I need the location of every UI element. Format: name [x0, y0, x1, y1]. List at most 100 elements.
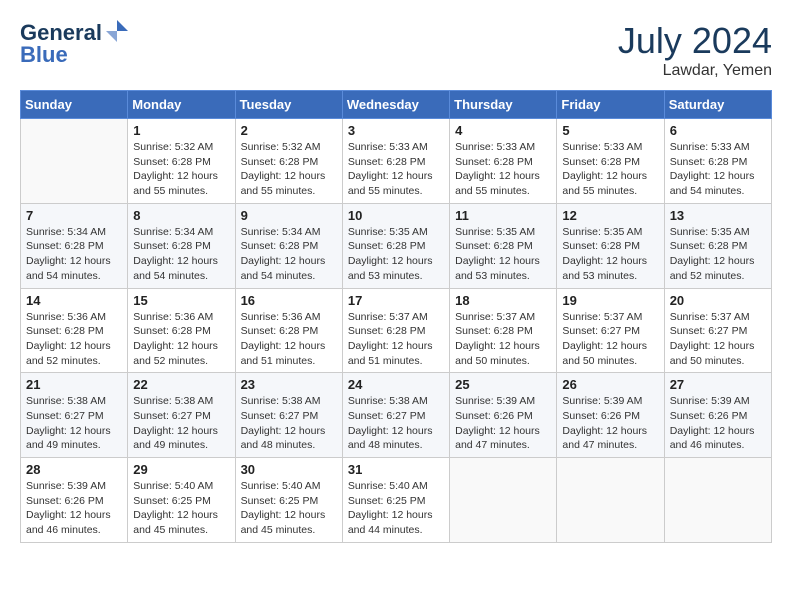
- day-number: 9: [241, 208, 337, 223]
- day-number: 23: [241, 377, 337, 392]
- calendar-cell: 23Sunrise: 5:38 AM Sunset: 6:27 PM Dayli…: [235, 373, 342, 458]
- day-info: Sunrise: 5:34 AM Sunset: 6:28 PM Dayligh…: [133, 225, 229, 284]
- day-info: Sunrise: 5:32 AM Sunset: 6:28 PM Dayligh…: [133, 140, 229, 199]
- calendar-week-row: 14 Sunrise: 5:36 AM Sunset: 6:28 PM Dayli…: [21, 288, 772, 373]
- day-number: 3: [348, 123, 444, 138]
- column-header-thursday: Thursday: [450, 91, 557, 119]
- day-number: 30: [241, 462, 337, 477]
- day-number: 29: [133, 462, 229, 477]
- calendar-cell: 8 Sunrise: 5:34 AM Sunset: 6:28 PM Daylig…: [128, 203, 235, 288]
- calendar-cell: 14 Sunrise: 5:36 AM Sunset: 6:28 PM Dayli…: [21, 288, 128, 373]
- day-info: Sunrise: 5:40 AM Sunset: 6:25 PM Dayligh…: [348, 479, 444, 538]
- day-info: Sunrise: 5:36 AM Sunset: 6:28 PM Dayligh…: [26, 310, 122, 369]
- calendar-cell: 15Sunrise: 5:36 AM Sunset: 6:28 PM Dayli…: [128, 288, 235, 373]
- day-number: 17: [348, 293, 444, 308]
- day-info: Sunrise: 5:33 AM Sunset: 6:28 PM Dayligh…: [455, 140, 551, 199]
- day-number: 6: [670, 123, 766, 138]
- day-number: 2: [241, 123, 337, 138]
- day-number: 16: [241, 293, 337, 308]
- day-info: Sunrise: 5:38 AM Sunset: 6:27 PM Dayligh…: [133, 394, 229, 453]
- day-number: 24: [348, 377, 444, 392]
- calendar-cell: [450, 458, 557, 543]
- calendar-cell: 11 Sunrise: 5:35 AM Sunset: 6:28 PM Dayli…: [450, 203, 557, 288]
- day-info: Sunrise: 5:40 AM Sunset: 6:25 PM Dayligh…: [133, 479, 229, 538]
- calendar-cell: 31 Sunrise: 5:40 AM Sunset: 6:25 PM Dayli…: [342, 458, 449, 543]
- day-info: Sunrise: 5:37 AM Sunset: 6:27 PM Dayligh…: [562, 310, 658, 369]
- calendar-cell: 7 Sunrise: 5:34 AM Sunset: 6:28 PM Daylig…: [21, 203, 128, 288]
- calendar-header-row: SundayMondayTuesdayWednesdayThursdayFrid…: [21, 91, 772, 119]
- calendar-week-row: 7 Sunrise: 5:34 AM Sunset: 6:28 PM Daylig…: [21, 203, 772, 288]
- calendar-cell: 24 Sunrise: 5:38 AM Sunset: 6:27 PM Dayli…: [342, 373, 449, 458]
- day-number: 5: [562, 123, 658, 138]
- calendar-cell: 19 Sunrise: 5:37 AM Sunset: 6:27 PM Dayli…: [557, 288, 664, 373]
- day-number: 31: [348, 462, 444, 477]
- day-number: 18: [455, 293, 551, 308]
- calendar-cell: 16Sunrise: 5:36 AM Sunset: 6:28 PM Dayli…: [235, 288, 342, 373]
- calendar-cell: [664, 458, 771, 543]
- calendar-week-row: 28Sunrise: 5:39 AM Sunset: 6:26 PM Dayli…: [21, 458, 772, 543]
- calendar-table: SundayMondayTuesdayWednesdayThursdayFrid…: [20, 90, 772, 543]
- calendar-cell: 9 Sunrise: 5:34 AM Sunset: 6:28 PM Daylig…: [235, 203, 342, 288]
- calendar-cell: 13Sunrise: 5:35 AM Sunset: 6:28 PM Dayli…: [664, 203, 771, 288]
- calendar-cell: 20 Sunrise: 5:37 AM Sunset: 6:27 PM Dayli…: [664, 288, 771, 373]
- calendar-cell: 30 Sunrise: 5:40 AM Sunset: 6:25 PM Dayli…: [235, 458, 342, 543]
- calendar-cell: 29 Sunrise: 5:40 AM Sunset: 6:25 PM Dayli…: [128, 458, 235, 543]
- day-info: Sunrise: 5:35 AM Sunset: 6:28 PM Dayligh…: [562, 225, 658, 284]
- logo-icon: [104, 18, 130, 44]
- calendar-cell: [21, 119, 128, 204]
- column-header-saturday: Saturday: [664, 91, 771, 119]
- day-number: 14: [26, 293, 122, 308]
- day-info: Sunrise: 5:34 AM Sunset: 6:28 PM Dayligh…: [241, 225, 337, 284]
- day-number: 19: [562, 293, 658, 308]
- day-number: 28: [26, 462, 122, 477]
- day-info: Sunrise: 5:34 AM Sunset: 6:28 PM Dayligh…: [26, 225, 122, 284]
- column-header-sunday: Sunday: [21, 91, 128, 119]
- day-info: Sunrise: 5:33 AM Sunset: 6:28 PM Dayligh…: [670, 140, 766, 199]
- day-number: 20: [670, 293, 766, 308]
- day-number: 21: [26, 377, 122, 392]
- day-info: Sunrise: 5:36 AM Sunset: 6:28 PM Dayligh…: [133, 310, 229, 369]
- day-info: Sunrise: 5:40 AM Sunset: 6:25 PM Dayligh…: [241, 479, 337, 538]
- location-subtitle: Lawdar, Yemen: [618, 62, 772, 80]
- calendar-cell: 25Sunrise: 5:39 AM Sunset: 6:26 PM Dayli…: [450, 373, 557, 458]
- day-info: Sunrise: 5:38 AM Sunset: 6:27 PM Dayligh…: [348, 394, 444, 453]
- calendar-cell: 21 Sunrise: 5:38 AM Sunset: 6:27 PM Dayli…: [21, 373, 128, 458]
- calendar-cell: 27 Sunrise: 5:39 AM Sunset: 6:26 PM Dayli…: [664, 373, 771, 458]
- calendar-week-row: 1Sunrise: 5:32 AM Sunset: 6:28 PM Daylig…: [21, 119, 772, 204]
- day-info: Sunrise: 5:39 AM Sunset: 6:26 PM Dayligh…: [562, 394, 658, 453]
- calendar-cell: 18Sunrise: 5:37 AM Sunset: 6:28 PM Dayli…: [450, 288, 557, 373]
- calendar-cell: 26Sunrise: 5:39 AM Sunset: 6:26 PM Dayli…: [557, 373, 664, 458]
- calendar-cell: [557, 458, 664, 543]
- calendar-cell: 1Sunrise: 5:32 AM Sunset: 6:28 PM Daylig…: [128, 119, 235, 204]
- calendar-cell: 12 Sunrise: 5:35 AM Sunset: 6:28 PM Dayli…: [557, 203, 664, 288]
- day-info: Sunrise: 5:33 AM Sunset: 6:28 PM Dayligh…: [348, 140, 444, 199]
- day-number: 12: [562, 208, 658, 223]
- calendar-cell: 3 Sunrise: 5:33 AM Sunset: 6:28 PM Daylig…: [342, 119, 449, 204]
- day-number: 11: [455, 208, 551, 223]
- day-number: 25: [455, 377, 551, 392]
- day-info: Sunrise: 5:32 AM Sunset: 6:28 PM Dayligh…: [241, 140, 337, 199]
- day-info: Sunrise: 5:37 AM Sunset: 6:28 PM Dayligh…: [348, 310, 444, 369]
- column-header-tuesday: Tuesday: [235, 91, 342, 119]
- day-info: Sunrise: 5:39 AM Sunset: 6:26 PM Dayligh…: [670, 394, 766, 453]
- calendar-cell: 22Sunrise: 5:38 AM Sunset: 6:27 PM Dayli…: [128, 373, 235, 458]
- day-number: 10: [348, 208, 444, 223]
- day-info: Sunrise: 5:38 AM Sunset: 6:27 PM Dayligh…: [26, 394, 122, 453]
- calendar-cell: 10Sunrise: 5:35 AM Sunset: 6:28 PM Dayli…: [342, 203, 449, 288]
- column-header-wednesday: Wednesday: [342, 91, 449, 119]
- calendar-cell: 17 Sunrise: 5:37 AM Sunset: 6:28 PM Dayli…: [342, 288, 449, 373]
- day-info: Sunrise: 5:35 AM Sunset: 6:28 PM Dayligh…: [455, 225, 551, 284]
- day-number: 8: [133, 208, 229, 223]
- page-header: General Blue July 2024 Lawdar, Yemen: [20, 20, 772, 80]
- logo: General Blue: [20, 20, 130, 68]
- day-number: 7: [26, 208, 122, 223]
- calendar-cell: 28Sunrise: 5:39 AM Sunset: 6:26 PM Dayli…: [21, 458, 128, 543]
- day-number: 27: [670, 377, 766, 392]
- day-number: 4: [455, 123, 551, 138]
- day-info: Sunrise: 5:33 AM Sunset: 6:28 PM Dayligh…: [562, 140, 658, 199]
- column-header-monday: Monday: [128, 91, 235, 119]
- day-number: 13: [670, 208, 766, 223]
- day-info: Sunrise: 5:37 AM Sunset: 6:27 PM Dayligh…: [670, 310, 766, 369]
- calendar-week-row: 21 Sunrise: 5:38 AM Sunset: 6:27 PM Dayli…: [21, 373, 772, 458]
- calendar-cell: 5 Sunrise: 5:33 AM Sunset: 6:28 PM Daylig…: [557, 119, 664, 204]
